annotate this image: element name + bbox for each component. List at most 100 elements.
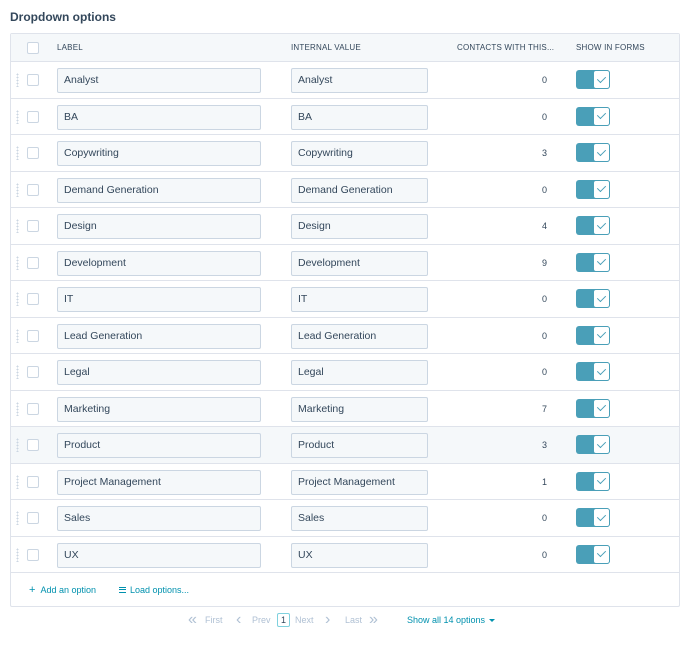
label-input[interactable]: Design (57, 214, 261, 239)
drag-handle-icon[interactable] (16, 146, 19, 160)
show-in-forms-toggle[interactable] (576, 544, 610, 564)
row-checkbox[interactable] (27, 220, 39, 232)
drag-handle-icon[interactable] (16, 292, 19, 306)
row-checkbox[interactable] (27, 183, 39, 196)
drag-handle-icon[interactable] (16, 219, 19, 233)
row-checkbox[interactable] (27, 512, 39, 524)
internal-value-input[interactable]: Legal (291, 360, 428, 385)
contacts-count: 0 (541, 111, 547, 122)
label-input[interactable]: BA (57, 104, 261, 130)
label-input[interactable]: Marketing (57, 396, 261, 422)
drag-handle-icon[interactable] (16, 73, 19, 87)
table-row: IT IT 0 (11, 281, 679, 318)
contacts-count: 0 (541, 294, 547, 304)
table-row: Development Development 9 (11, 244, 679, 281)
label-input[interactable]: Product (57, 433, 261, 458)
pagination-last[interactable]: Last (345, 612, 362, 628)
row-checkbox[interactable] (27, 475, 39, 488)
show-in-forms-toggle[interactable] (576, 252, 610, 272)
contacts-count: 0 (541, 75, 547, 85)
show-in-forms-toggle[interactable] (576, 106, 610, 126)
select-all-checkbox[interactable] (27, 42, 39, 54)
row-checkbox[interactable] (27, 256, 39, 269)
row-checkbox[interactable] (27, 147, 39, 159)
show-in-forms-toggle[interactable] (576, 143, 610, 162)
column-header-internal-value[interactable]: INTERNAL VALUE (291, 34, 361, 62)
contacts-count: 3 (541, 440, 547, 450)
contacts-count: 0 (541, 367, 547, 377)
column-header-contacts[interactable]: CONTACTS WITH THIS... (457, 34, 554, 62)
show-in-forms-toggle[interactable] (576, 435, 610, 454)
drag-handle-icon[interactable] (16, 255, 19, 270)
column-header-show-in-forms[interactable]: SHOW IN FORMS (576, 34, 645, 62)
column-header-label[interactable]: LABEL (57, 34, 83, 62)
pagination-prev[interactable]: Prev (252, 612, 271, 628)
list-icon (119, 586, 126, 593)
internal-value-input[interactable]: Project Management (291, 469, 428, 495)
show-all-options-button[interactable]: Show all 14 options (407, 612, 496, 628)
show-in-forms-toggle[interactable] (576, 179, 610, 199)
double-chevron-left-icon[interactable]: « (188, 612, 197, 628)
drag-handle-icon[interactable] (16, 109, 19, 124)
chevron-right-icon[interactable]: › (325, 612, 330, 628)
internal-value-input[interactable]: Sales (291, 506, 428, 531)
toggle-knob (593, 106, 610, 126)
show-in-forms-toggle[interactable] (576, 362, 610, 381)
row-checkbox[interactable] (27, 439, 39, 451)
label-input[interactable]: Demand Generation (57, 177, 261, 203)
show-in-forms-toggle[interactable] (576, 398, 610, 418)
row-checkbox[interactable] (27, 402, 39, 415)
label-input[interactable]: Lead Generation (57, 323, 261, 349)
internal-value-input[interactable]: Copywriting (291, 141, 428, 166)
label-input[interactable]: UX (57, 542, 261, 568)
drag-handle-icon[interactable] (16, 474, 19, 489)
row-checkbox[interactable] (27, 548, 39, 561)
label-input[interactable]: Analyst (57, 68, 261, 93)
show-in-forms-toggle[interactable] (576, 325, 610, 345)
toggle-knob (593, 252, 610, 272)
show-in-forms-toggle[interactable] (576, 471, 610, 491)
internal-value-input[interactable]: Design (291, 214, 428, 239)
drag-handle-icon[interactable] (16, 511, 19, 525)
internal-value-input[interactable]: UX (291, 542, 428, 568)
show-in-forms-toggle[interactable] (576, 70, 610, 89)
internal-value-input[interactable]: IT (291, 287, 428, 312)
internal-value-input[interactable]: Marketing (291, 396, 428, 422)
checkmark-icon (596, 438, 607, 448)
drag-handle-icon[interactable] (16, 438, 19, 452)
internal-value-input[interactable]: Analyst (291, 68, 428, 93)
drag-handle-icon[interactable] (16, 365, 19, 379)
pagination-first[interactable]: First (205, 612, 223, 628)
table-row: Product Product 3 (11, 427, 679, 464)
show-in-forms-toggle[interactable] (576, 508, 610, 527)
label-input[interactable]: IT (57, 287, 261, 312)
checkmark-icon (596, 292, 607, 302)
drag-handle-icon[interactable] (16, 328, 19, 343)
internal-value-input[interactable]: Lead Generation (291, 323, 428, 349)
label-input[interactable]: Sales (57, 506, 261, 531)
label-input[interactable]: Project Management (57, 469, 261, 495)
label-input[interactable]: Legal (57, 360, 261, 385)
internal-value-input[interactable]: Demand Generation (291, 177, 428, 203)
load-options-button[interactable]: Load options... (119, 573, 189, 607)
row-checkbox[interactable] (27, 329, 39, 342)
internal-value-input[interactable]: Development (291, 250, 428, 276)
label-input[interactable]: Copywriting (57, 141, 261, 166)
show-in-forms-toggle[interactable] (576, 216, 610, 235)
internal-value-input[interactable]: Product (291, 433, 428, 458)
row-checkbox[interactable] (27, 293, 39, 305)
double-chevron-right-icon[interactable]: » (369, 612, 378, 628)
row-checkbox[interactable] (27, 74, 39, 86)
pagination-next[interactable]: Next (295, 612, 314, 628)
chevron-left-icon[interactable]: ‹ (236, 612, 241, 628)
drag-handle-icon[interactable] (16, 401, 19, 416)
pagination-current-page[interactable]: 1 (277, 613, 290, 627)
row-checkbox[interactable] (27, 366, 39, 378)
add-option-button[interactable]: + Add an option (29, 573, 96, 607)
internal-value-input[interactable]: BA (291, 104, 428, 130)
row-checkbox[interactable] (27, 110, 39, 123)
label-input[interactable]: Development (57, 250, 261, 276)
show-in-forms-toggle[interactable] (576, 289, 610, 308)
drag-handle-icon[interactable] (16, 182, 19, 197)
drag-handle-icon[interactable] (16, 547, 19, 562)
